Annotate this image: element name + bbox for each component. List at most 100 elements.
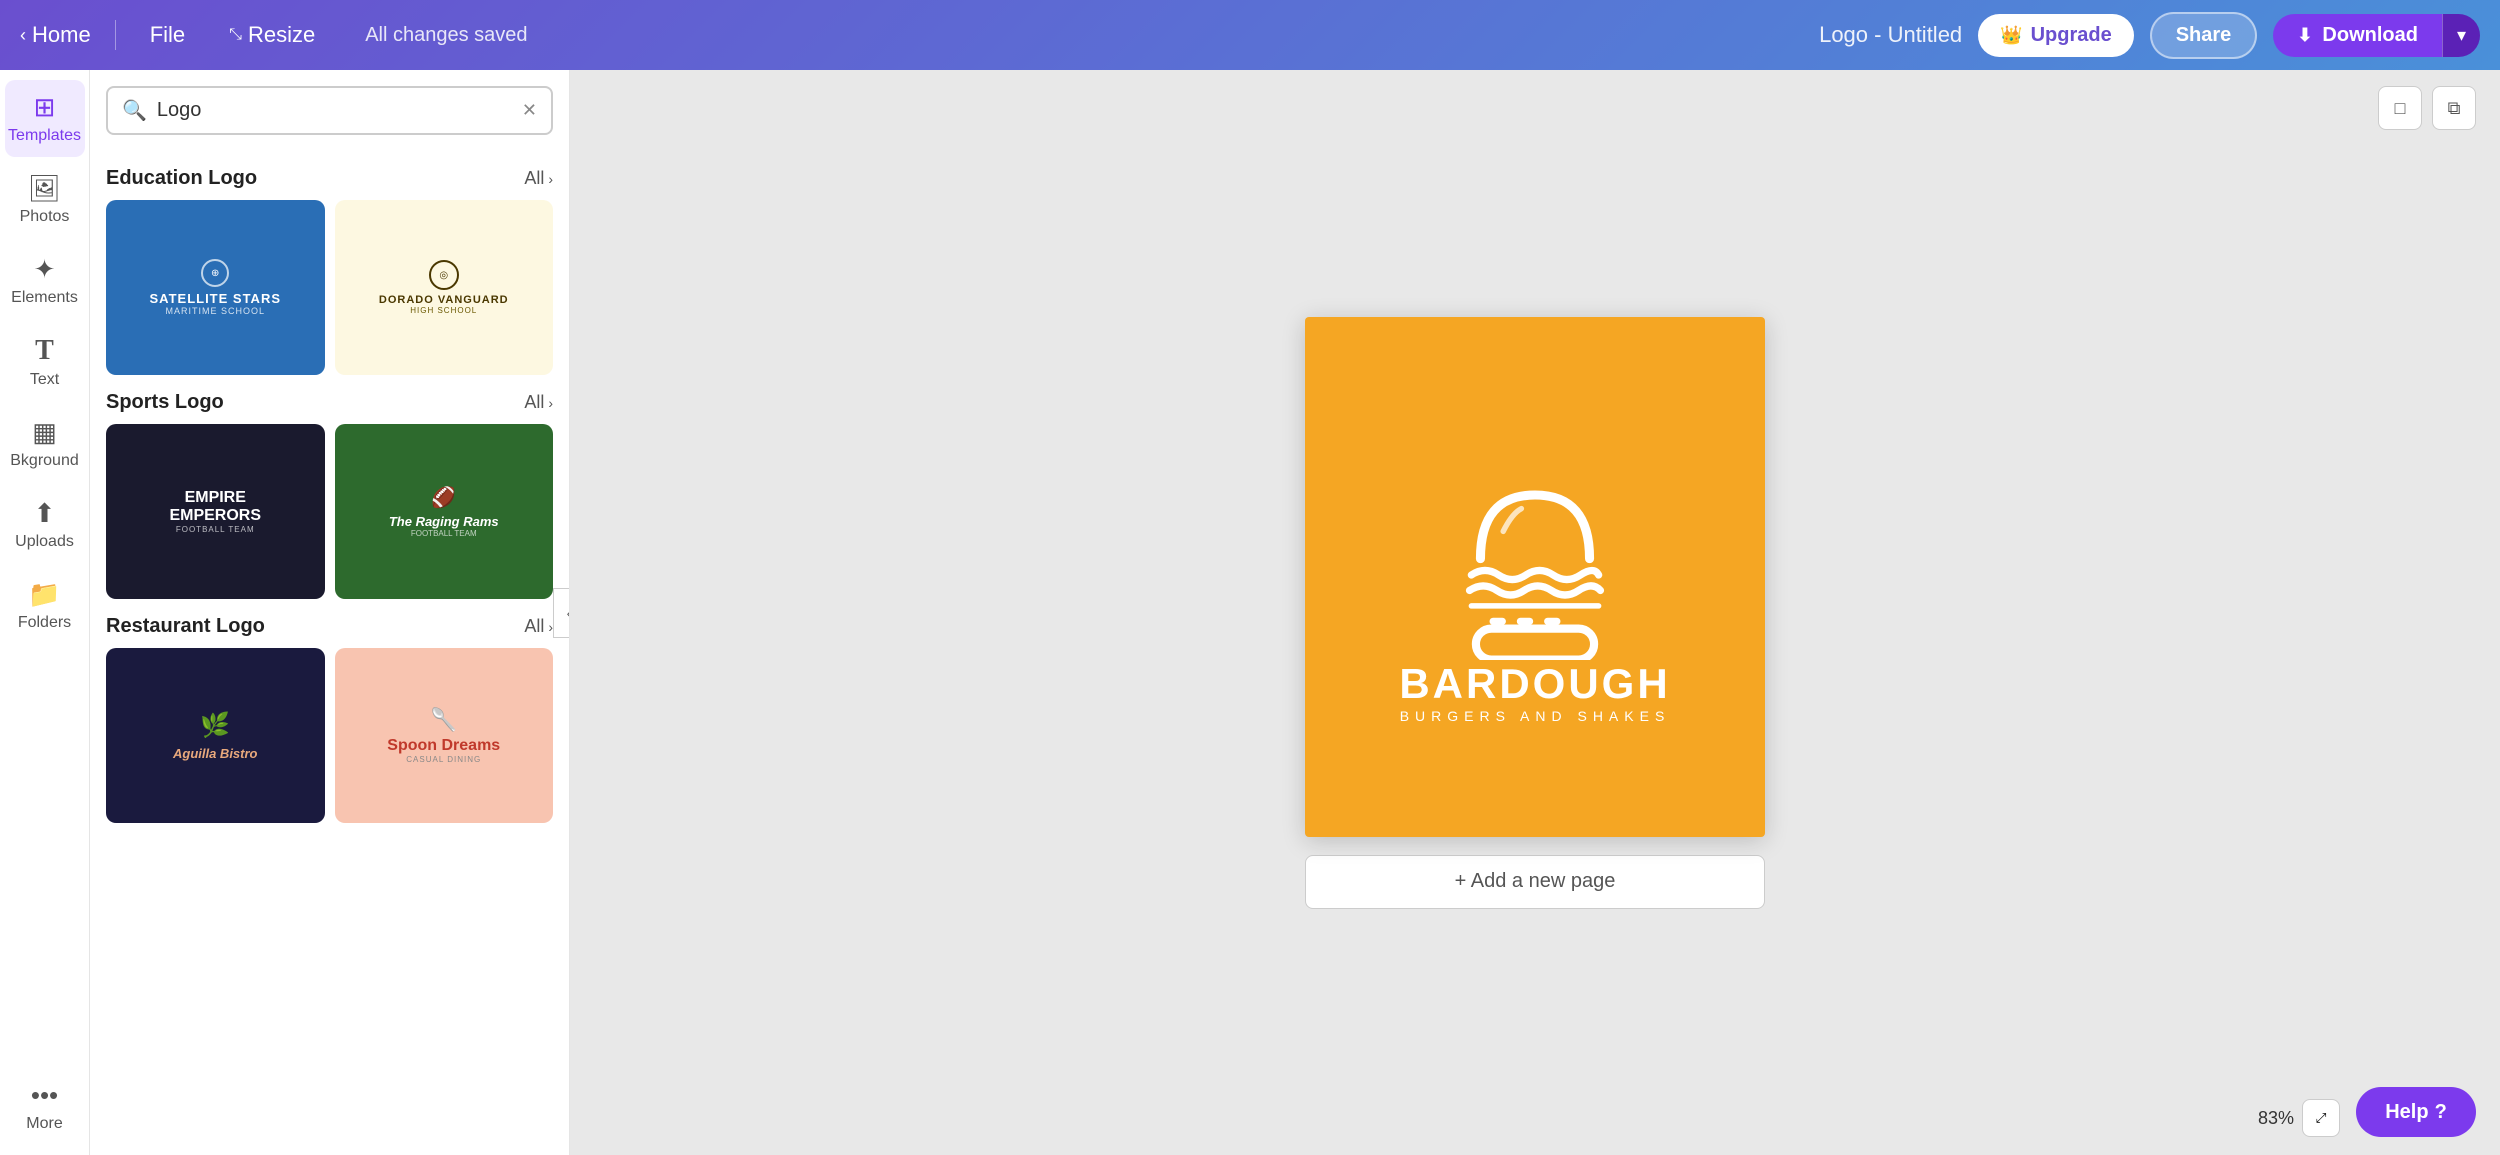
brand-tagline: BURGERS AND SHAKES bbox=[1400, 708, 1671, 724]
rest2-spoon-icon: 🥄 bbox=[430, 707, 457, 733]
zoom-expand-button[interactable]: ⤢ bbox=[2302, 1099, 2340, 1137]
search-input[interactable] bbox=[157, 99, 512, 122]
home-button[interactable]: ‹ Home bbox=[20, 22, 91, 48]
sports2-content: 🏈 The Raging Rams FOOTBALL TEAM bbox=[389, 485, 499, 538]
more-icon: ••• bbox=[31, 1080, 58, 1111]
topbar-divider bbox=[115, 20, 116, 50]
sports-section-header: Sports Logo All › bbox=[106, 391, 553, 414]
templates-panel: 🔍 ✕ Education Logo All › ⊕ SATELLITE STA… bbox=[90, 70, 570, 1155]
sidebar-folders-label: Folders bbox=[18, 614, 71, 632]
home-label: Home bbox=[32, 22, 91, 48]
education-section-header: Education Logo All › bbox=[106, 167, 553, 190]
chevron-down-icon: ▾ bbox=[2457, 25, 2466, 45]
copy-icon: ⧉ bbox=[2448, 98, 2461, 119]
sidebar-background-label: Bkground bbox=[10, 452, 79, 470]
sports1-sub: FOOTBALL TEAM bbox=[169, 525, 261, 534]
hide-panel-button[interactable]: ‹ bbox=[553, 588, 570, 638]
search-icon: 🔍 bbox=[122, 98, 147, 123]
sidebar-templates-label: Templates bbox=[8, 127, 81, 145]
download-button[interactable]: ⬇ Download bbox=[2273, 14, 2442, 57]
sidebar-item-folders[interactable]: 📁 Folders bbox=[5, 567, 85, 644]
sidebar-item-background[interactable]: ▦ Bkground bbox=[5, 405, 85, 482]
sidebar-uploads-label: Uploads bbox=[15, 533, 74, 551]
sidebar-item-more[interactable]: ••• More bbox=[5, 1068, 85, 1145]
search-bar: 🔍 ✕ bbox=[106, 86, 553, 135]
sidebar-item-photos[interactable]: 🖼 Photos bbox=[5, 161, 85, 238]
resize-button[interactable]: ⤡ Resize bbox=[219, 16, 325, 54]
upgrade-label: Upgrade bbox=[2031, 24, 2112, 47]
photos-icon: 🖼 bbox=[28, 173, 61, 204]
template-rest1[interactable]: 🌿 Aguilla Bistro bbox=[106, 648, 325, 823]
edu2-logo-icon: ◎ bbox=[439, 270, 448, 281]
download-label: Download bbox=[2322, 24, 2418, 47]
sports2-name: The Raging Rams bbox=[389, 514, 499, 529]
restaurant-all-button[interactable]: All › bbox=[524, 616, 553, 637]
sidebar-elements-label: Elements bbox=[11, 289, 78, 307]
notes-button[interactable]: □ bbox=[2378, 86, 2422, 130]
upgrade-button[interactable]: 👑 Upgrade bbox=[1978, 14, 2134, 57]
edu1-logo-circle: ⊕ bbox=[201, 259, 229, 287]
sports-templates-grid: EMPIREEMPERORS FOOTBALL TEAM 🏈 The Ragin… bbox=[106, 424, 553, 599]
resize-label: Resize bbox=[248, 22, 315, 48]
templates-content: Education Logo All › ⊕ SATELLITE STARS M… bbox=[90, 151, 569, 1155]
download-dropdown-button[interactable]: ▾ bbox=[2442, 14, 2480, 57]
edu1-sub: MARITIME SCHOOL bbox=[165, 306, 265, 316]
templates-icon: ⊞ bbox=[34, 92, 56, 123]
crown-icon: 👑 bbox=[2000, 25, 2022, 46]
uploads-icon: ⬆ bbox=[34, 498, 56, 529]
template-edu1[interactable]: ⊕ SATELLITE STARS MARITIME SCHOOL bbox=[106, 200, 325, 375]
folders-icon: 📁 bbox=[28, 579, 60, 610]
rest2-name: Spoon Dreams bbox=[387, 737, 500, 755]
edu2-sub: HIGH SCHOOL bbox=[410, 306, 477, 315]
sidebar-photos-label: Photos bbox=[20, 208, 70, 226]
education-all-button[interactable]: All › bbox=[524, 168, 553, 189]
template-edu2[interactable]: ◎ DORADO VANGUARD HIGH SCHOOL bbox=[335, 200, 554, 375]
sidebar-item-templates[interactable]: ⊞ Templates bbox=[5, 80, 85, 157]
sports-section-title: Sports Logo bbox=[106, 391, 224, 414]
sports1-name: EMPIREEMPERORS bbox=[169, 489, 261, 525]
edu2-logo-circle: ◎ bbox=[429, 260, 459, 290]
edu1-name: SATELLITE STARS bbox=[149, 291, 281, 306]
text-icon: T bbox=[35, 335, 54, 367]
copy-button[interactable]: ⧉ bbox=[2432, 86, 2476, 130]
sports1-content: EMPIREEMPERORS FOOTBALL TEAM bbox=[169, 489, 261, 534]
sidebar-text-label: Text bbox=[30, 371, 59, 389]
rest1-name: Aguilla Bistro bbox=[173, 746, 258, 761]
document-title: Logo - Untitled bbox=[1819, 22, 1962, 48]
background-icon: ▦ bbox=[32, 417, 57, 448]
rest1-leaf-icon: 🌿 bbox=[200, 711, 230, 740]
sidebar-more-label: More bbox=[26, 1115, 62, 1133]
download-icon: ⬇ bbox=[2297, 25, 2312, 46]
clear-search-button[interactable]: ✕ bbox=[522, 100, 537, 121]
sidebar-item-elements[interactable]: ✦ Elements bbox=[5, 242, 85, 319]
resize-icon: ⤡ bbox=[229, 26, 242, 44]
sports2-ball-icon: 🏈 bbox=[389, 485, 499, 510]
help-label: Help bbox=[2385, 1101, 2428, 1124]
notes-icon: □ bbox=[2395, 98, 2406, 119]
brand-name: BARDOUGH bbox=[1399, 660, 1670, 708]
sidebar-item-uploads[interactable]: ⬆ Uploads bbox=[5, 486, 85, 563]
edu1-logo-icon: ⊕ bbox=[211, 268, 219, 279]
education-templates-grid: ⊕ SATELLITE STARS MARITIME SCHOOL ◎ DORA… bbox=[106, 200, 553, 375]
sidebar-item-text[interactable]: T Text bbox=[5, 323, 85, 401]
file-menu-button[interactable]: File bbox=[140, 16, 195, 54]
add-page-button[interactable]: + Add a new page bbox=[1305, 855, 1765, 909]
restaurant-section-title: Restaurant Logo bbox=[106, 615, 265, 638]
sports-all-button[interactable]: All › bbox=[524, 392, 553, 413]
template-rest2[interactable]: 🥄 Spoon Dreams CASUAL DINING bbox=[335, 648, 554, 823]
zoom-controls: 83% ⤢ bbox=[2258, 1099, 2340, 1137]
sports-chevron-icon: › bbox=[548, 395, 553, 411]
topbar-left: ‹ Home File ⤡ Resize All changes saved bbox=[20, 16, 528, 54]
restaurant-section-header: Restaurant Logo All › bbox=[106, 615, 553, 638]
restaurant-all-label: All bbox=[524, 616, 544, 637]
edu2-name: DORADO VANGUARD bbox=[379, 294, 509, 306]
template-sports1[interactable]: EMPIREEMPERORS FOOTBALL TEAM bbox=[106, 424, 325, 599]
download-group: ⬇ Download ▾ bbox=[2273, 14, 2480, 57]
help-button[interactable]: Help ? bbox=[2356, 1087, 2476, 1137]
sports-all-label: All bbox=[524, 392, 544, 413]
share-button[interactable]: Share bbox=[2150, 12, 2258, 59]
template-sports2[interactable]: 🏈 The Raging Rams FOOTBALL TEAM bbox=[335, 424, 554, 599]
education-section-title: Education Logo bbox=[106, 167, 257, 190]
logo-canvas[interactable]: BARDOUGH BURGERS AND SHAKES bbox=[1305, 317, 1765, 837]
saved-status: All changes saved bbox=[365, 24, 527, 47]
